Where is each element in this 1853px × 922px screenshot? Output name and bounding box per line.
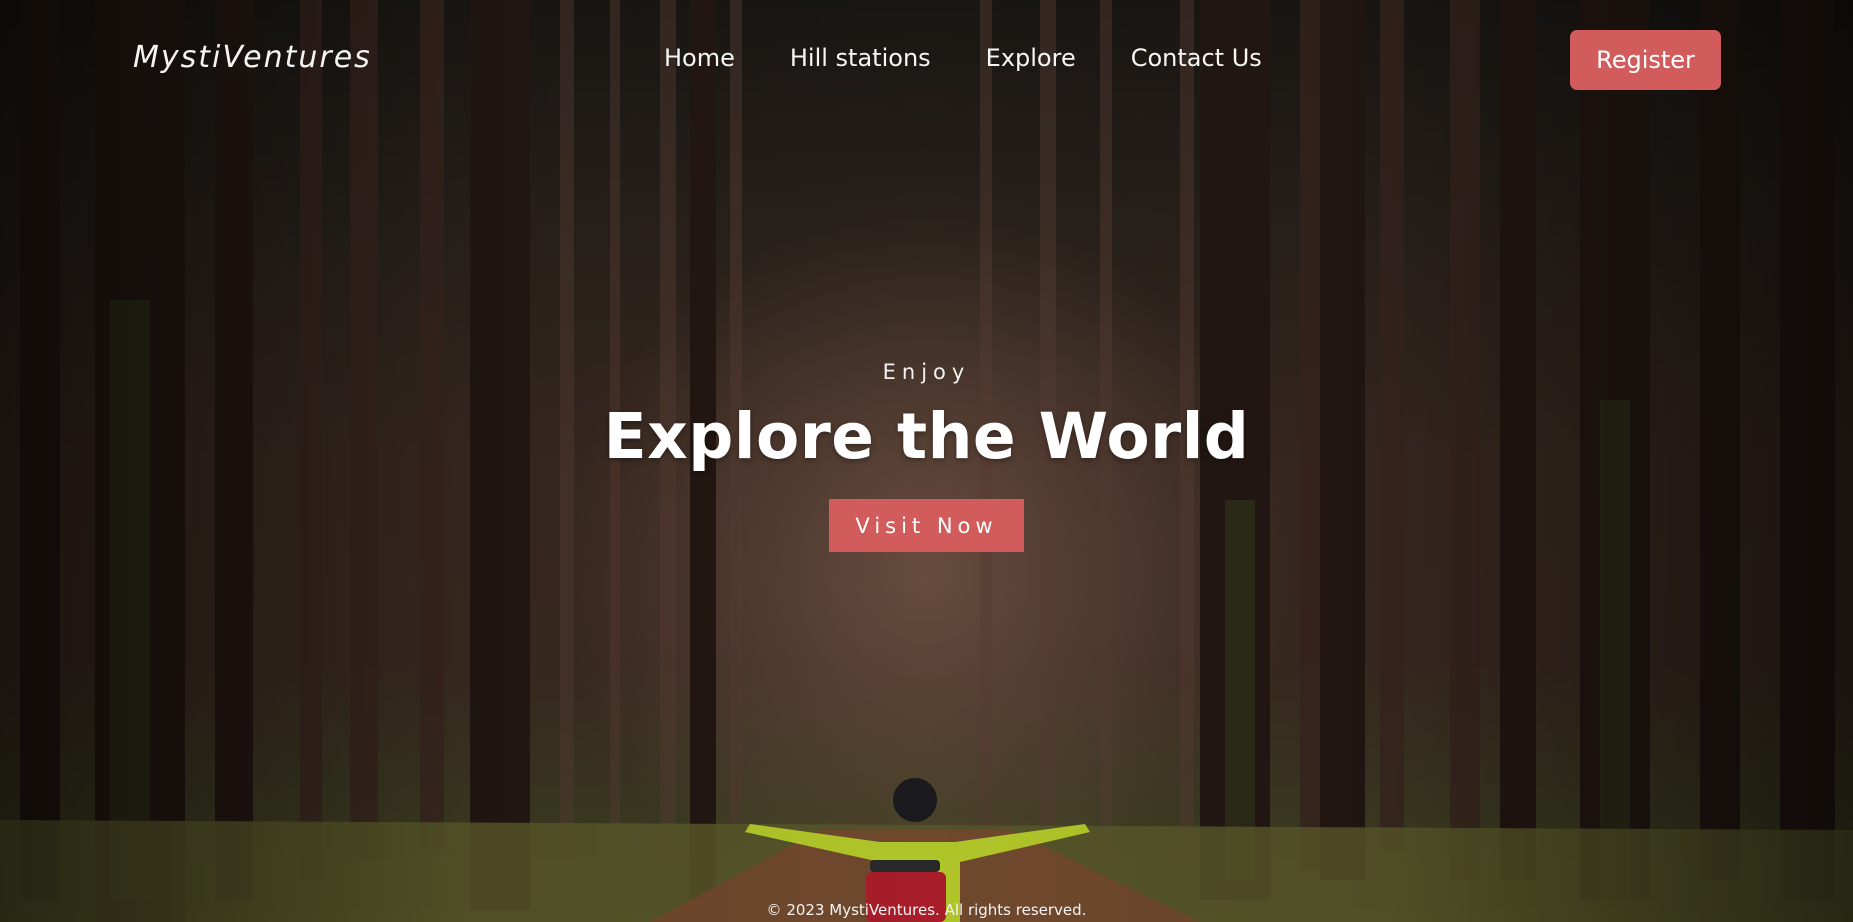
nav-link-home[interactable]: Home — [664, 44, 735, 72]
footer-copyright: © 2023 MystiVentures. All rights reserve… — [766, 901, 1087, 919]
hero-title: Explore the World — [603, 400, 1250, 473]
hero-content: Enjoy Explore the World Visit Now — [0, 360, 1853, 552]
nav-link-hill-stations[interactable]: Hill stations — [790, 44, 931, 72]
navbar: MystiVentures Home Hill stations Explore… — [0, 0, 1853, 120]
brand-logo[interactable]: MystiVentures — [133, 40, 372, 75]
nav-links: Home Hill stations Explore Contact Us — [664, 44, 1262, 72]
nav-link-explore[interactable]: Explore — [986, 44, 1076, 72]
visit-now-button[interactable]: Visit Now — [829, 499, 1024, 552]
hero-eyebrow: Enjoy — [882, 360, 971, 384]
register-button[interactable]: Register — [1570, 30, 1721, 90]
nav-link-contact-us[interactable]: Contact Us — [1131, 44, 1262, 72]
